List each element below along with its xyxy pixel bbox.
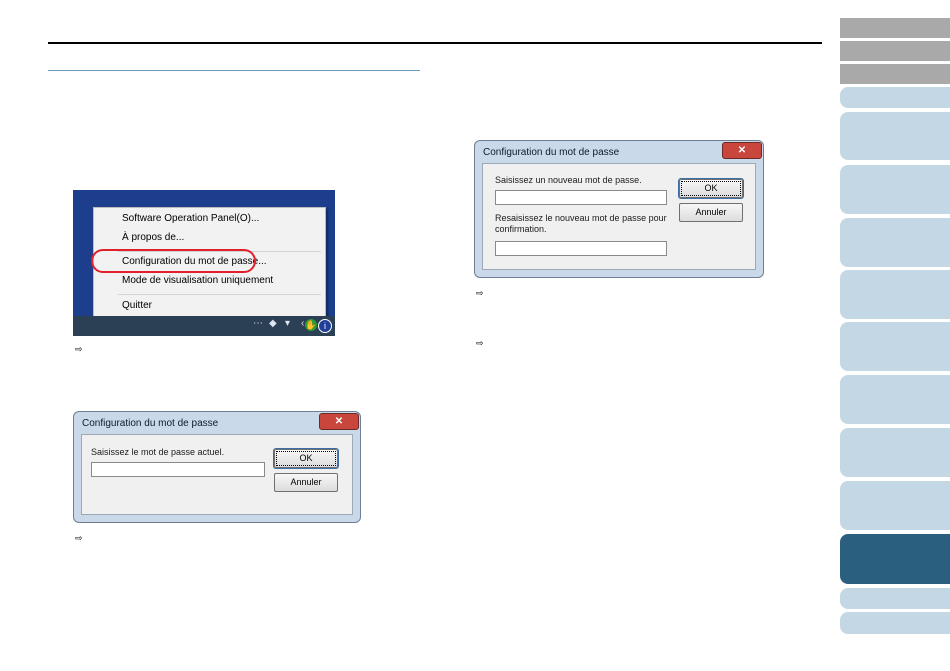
step-arrow-icon: ⇨ <box>476 288 484 298</box>
nav-tab-11[interactable] <box>840 428 950 477</box>
network-icon[interactable]: ⋯ <box>253 318 263 329</box>
new-password-label: Saisissez un nouveau mot de passe. <box>495 175 642 185</box>
nav-tab-10[interactable] <box>840 375 950 424</box>
header-rule <box>48 42 822 44</box>
dropdown-icon[interactable]: ▾ <box>285 318 290 329</box>
nav-tab-13-active[interactable] <box>840 534 950 584</box>
current-password-label: Saisissez le mot de passe actuel. <box>91 447 225 457</box>
menu-item-view-only-mode[interactable]: Mode de visualisation uniquement <box>122 275 273 286</box>
close-button[interactable]: ✕ <box>722 142 762 159</box>
step-arrow-icon: ⇨ <box>75 344 83 354</box>
section-rule <box>48 70 420 71</box>
nav-tab-3[interactable] <box>840 64 950 84</box>
close-button[interactable]: ✕ <box>319 413 359 430</box>
current-password-dialog: Configuration du mot de passe ✕ Saisisse… <box>73 411 361 523</box>
tray-menu-screenshot: Software Operation Panel(O)... À propos … <box>73 190 335 336</box>
cancel-button[interactable]: Annuler <box>274 473 338 492</box>
nav-tab-9[interactable] <box>840 322 950 371</box>
nav-tab-8[interactable] <box>840 270 950 319</box>
volume-icon[interactable]: ◆ <box>269 318 277 329</box>
new-password-input[interactable] <box>495 190 667 205</box>
ok-button[interactable]: OK <box>274 449 338 468</box>
dialog-body: Saisissez le mot de passe actuel. OK Ann… <box>81 434 353 515</box>
menu-item-about[interactable]: À propos de... <box>122 232 184 243</box>
confirm-password-label: Resaisissez le nouveau mot de passe pour… <box>495 213 667 234</box>
confirm-password-input[interactable] <box>495 241 667 256</box>
nav-tab-12[interactable] <box>840 481 950 530</box>
highlight-oval <box>91 249 256 273</box>
nav-tab-2[interactable] <box>840 41 950 61</box>
menu-item-quit[interactable]: Quitter <box>122 300 152 311</box>
dialog-title: Configuration du mot de passe <box>82 418 219 429</box>
chevron-left-icon[interactable]: ‹ <box>301 318 304 329</box>
menu-item-software-operation-panel[interactable]: Software Operation Panel(O)... <box>122 213 259 224</box>
dialog-body: Saisissez un nouveau mot de passe. Resai… <box>482 163 756 270</box>
taskbar: ⋯ ◆ ▾ ‹ ✋ i <box>73 316 335 336</box>
cancel-button[interactable]: Annuler <box>679 203 743 222</box>
nav-tab-1[interactable] <box>840 18 950 38</box>
nav-tab-5[interactable] <box>840 112 950 160</box>
menu-separator <box>118 294 321 295</box>
dialog-title: Configuration du mot de passe <box>483 147 620 158</box>
info-icon[interactable]: i <box>318 319 332 333</box>
nav-tab-14[interactable] <box>840 588 950 609</box>
current-password-input[interactable] <box>91 462 265 477</box>
scanner-icon[interactable]: ✋ <box>305 319 317 331</box>
step-arrow-icon: ⇨ <box>476 338 484 348</box>
nav-tab-6[interactable] <box>840 165 950 214</box>
ok-button[interactable]: OK <box>679 179 743 198</box>
nav-tab-15[interactable] <box>840 612 950 634</box>
step-arrow-icon: ⇨ <box>75 533 83 543</box>
nav-tab-7[interactable] <box>840 218 950 267</box>
new-password-dialog: Configuration du mot de passe ✕ Saisisse… <box>474 140 764 278</box>
nav-tab-4[interactable] <box>840 87 950 108</box>
